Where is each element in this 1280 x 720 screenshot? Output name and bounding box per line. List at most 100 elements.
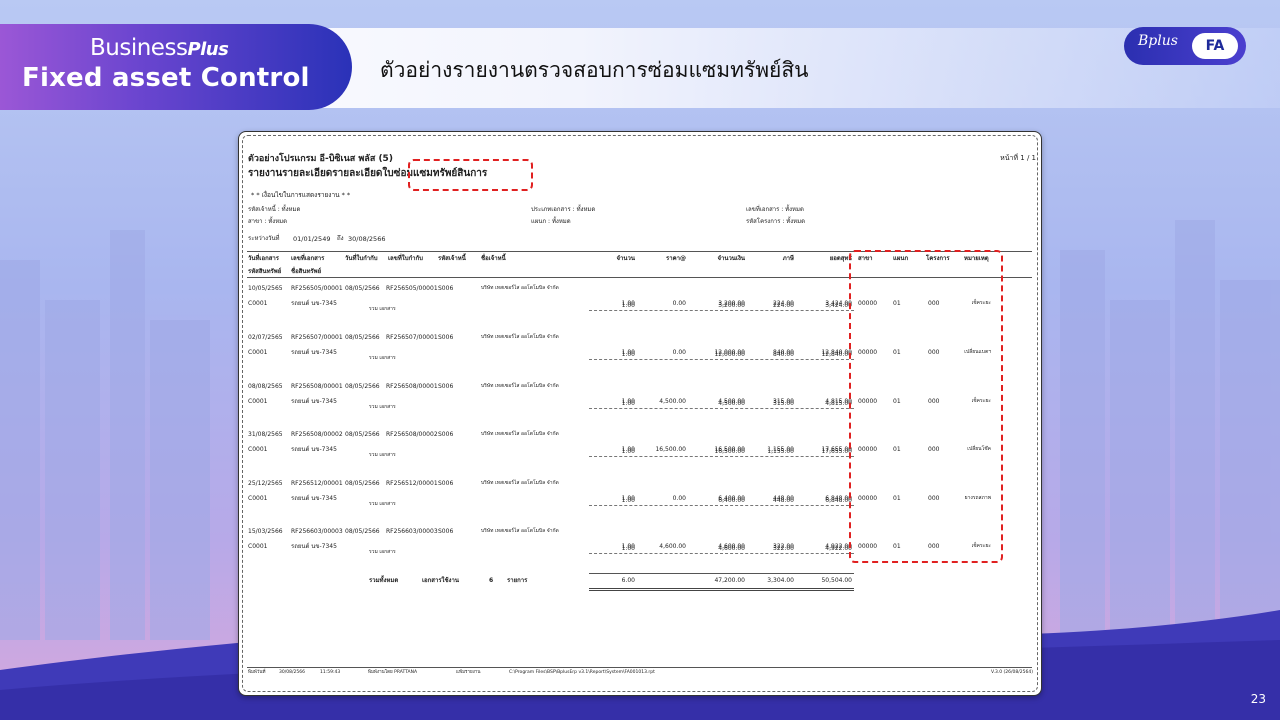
row-5-sub-qty: 1.00: [621, 545, 635, 552]
row-4-doc-no: RF256512/00001: [291, 480, 343, 487]
total-label: รวมทั้งหมด: [369, 577, 399, 584]
footer-rule: [247, 667, 1032, 668]
brand-line1-text: Business: [90, 35, 188, 61]
column-header-0: วันที่เอกสาร: [248, 255, 279, 262]
brand-name: BusinessPlus: [90, 35, 229, 61]
row-2-vendor-name: บริษัท เทสเซอร์ไส ออโตโมบิล จำกัด: [481, 383, 559, 389]
row-1-sub-net: 12,840.00: [821, 351, 852, 358]
row-4-subtotal-label: รวม เอกสาร: [369, 501, 396, 507]
row-4-doc-date: 25/12/2565: [248, 480, 283, 487]
report-preview: ตัวอย่างโปรแกรม อี-บิซิเนส พลัส (5) หน้าท…: [238, 131, 1042, 696]
total-docs-count: 6: [489, 577, 494, 584]
total-net: 50,504.00: [821, 577, 852, 584]
footer-print-date-label: พิมพ์วันที่: [248, 670, 266, 675]
filter-4: แผนก : ทั้งหมด: [531, 218, 571, 225]
total-top-rule: [589, 573, 854, 574]
row-0-subtotal-label: รวม เอกสาร: [369, 306, 396, 312]
row-5-asset-name: รถยนต์ นข-7345: [291, 543, 337, 550]
row-2-inv-no: RF256508/00001: [386, 383, 438, 390]
row-2-subtotal-rule: [589, 408, 854, 409]
row-0-doc-no: RF256505/00001: [291, 285, 343, 292]
total-items-label: รายการ: [507, 577, 528, 584]
row-4-sub-qty: 1.00: [621, 497, 635, 504]
brand-product-name: Fixed asset Control: [22, 63, 310, 93]
row-3-sub-net: 17,655.00: [821, 448, 852, 455]
row-3-doc-date: 31/08/2565: [248, 431, 283, 438]
row-3-asset-code: C0001: [248, 446, 268, 453]
column-header-asset-name: ชื่อสินทรัพย์: [291, 268, 322, 275]
row-3-vendor-code: S006: [438, 431, 454, 438]
row-5-subtotal-rule: [589, 553, 854, 554]
row-5-doc-no: RF256603/00003: [291, 528, 343, 535]
filter-0: รหัสเจ้าหนี้ : ทั้งหมด: [248, 206, 301, 213]
footer-version: V.3.0 (26/08/2564): [991, 670, 1033, 675]
row-4-asset-name: รถยนต์ นข-7345: [291, 495, 337, 502]
footer-file-label: แฟ้มรายงาน: [456, 670, 481, 675]
row-2-subtotal-label: รวม เอกสาร: [369, 404, 396, 410]
bplus-logo-text: Bplus: [1138, 33, 1178, 49]
row-3-inv-date: 08/05/2566: [345, 431, 380, 438]
row-2-doc-date: 08/08/2565: [248, 383, 283, 390]
row-5-sub-net: 4,922.00: [825, 545, 852, 552]
date-range-label: ระหว่างวันที่: [248, 235, 280, 242]
report-page-number: หน้าที่ 1 / 1: [1000, 154, 1036, 162]
row-1-inv-no: RF256507/00001: [386, 334, 438, 341]
row-1-asset-name: รถยนต์ นข-7345: [291, 349, 337, 356]
row-0-vendor-code: S006: [438, 285, 454, 292]
column-header-2: วันที่ใบกำกับ: [345, 255, 378, 262]
row-1-asset-code: C0001: [248, 349, 268, 356]
column-header-10: ยอดสุทธิ: [829, 255, 852, 262]
page-title: ตัวอย่างรายงานตรวจสอบการซ่อมแซมทรัพย์สิน: [380, 58, 809, 82]
row-2-asset-name: รถยนต์ นข-7345: [291, 398, 337, 405]
row-1-vendor-name: บริษัท เทสเซอร์ไส ออโตโมบิล จำกัด: [481, 334, 559, 340]
row-4-inv-date: 08/05/2566: [345, 480, 380, 487]
total-docs-label: เอกสารใช้งาน: [422, 577, 459, 584]
row-2-doc-no: RF256508/00001: [291, 383, 343, 390]
title-highlight: [408, 159, 533, 191]
column-header-1: เลขที่เอกสาร: [291, 255, 325, 262]
column-header-3: เลขที่ใบกำกับ: [388, 255, 423, 262]
conditions-header: * * เงื่อนไขในการแสดงรายงาน * *: [251, 191, 351, 199]
row-0-doc-date: 10/05/2565: [248, 285, 283, 292]
row-2-sub-qty: 1.00: [621, 400, 635, 407]
row-3-asset-name: รถยนต์ นข-7345: [291, 446, 337, 453]
row-5-asset-code: C0001: [248, 543, 268, 550]
fa-module-badge: FA: [1192, 33, 1238, 59]
row-5-subtotal-label: รวม เอกสาร: [369, 549, 396, 555]
row-1-subtotal-rule: [589, 359, 854, 360]
row-2-vendor-code: S006: [438, 383, 454, 390]
row-5-inv-date: 08/05/2566: [345, 528, 380, 535]
row-3-inv-no: RF256508/00002: [386, 431, 438, 438]
brand-plus-text: Plus: [187, 39, 229, 60]
total-qty: 6.00: [621, 577, 635, 584]
row-5-vendor-name: บริษัท เทสเซอร์ไส ออโตโมบิล จำกัด: [481, 528, 559, 534]
row-5-inv-no: RF256603/00003: [386, 528, 438, 535]
row-0-vendor-name: บริษัท เทสเซอร์ไส ออโตโมบิล จำกัด: [481, 285, 559, 291]
row-4-sub-net: 6,848.00: [825, 497, 852, 504]
row-0-sub-net: 3,424.00: [825, 302, 852, 309]
filter-5: รหัสโครงการ : ทั้งหมด: [746, 218, 805, 225]
row-5-vendor-code: S006: [438, 528, 454, 535]
row-1-vendor-code: S006: [438, 334, 454, 341]
row-4-vendor-code: S006: [438, 480, 454, 487]
column-header-4: รหัสเจ้าหนี้: [438, 255, 466, 262]
bplus-fa-logo: Bplus FA: [1124, 27, 1246, 65]
date-to: 30/08/2566: [348, 235, 386, 243]
footer-report-path: C:\Program Files\BSP\BplusErp v3.1\Repor…: [509, 670, 655, 675]
row-2-sub-net: 4,815.00: [825, 400, 852, 407]
column-header-asset-code: รหัสสินทรัพย์: [248, 268, 282, 275]
slide-number: 23: [1250, 692, 1266, 706]
row-3-doc-no: RF256508/00002: [291, 431, 343, 438]
filter-2: เลขที่เอกสาร : ทั้งหมด: [746, 206, 804, 213]
footer-print-date: 30/08/2566: [279, 670, 305, 675]
company-name: ตัวอย่างโปรแกรม อี-บิซิเนส พลัส (5): [248, 154, 393, 164]
row-1-subtotal-label: รวม เอกสาร: [369, 355, 396, 361]
row-0-sub-qty: 1.00: [621, 302, 635, 309]
row-0-inv-date: 08/05/2566: [345, 285, 380, 292]
footer-print-time: 11:59:43: [320, 670, 341, 675]
columns-highlight: [849, 250, 1003, 563]
row-4-subtotal-rule: [589, 505, 854, 506]
row-1-inv-date: 08/05/2566: [345, 334, 380, 341]
date-to-label: ถึง: [337, 235, 344, 242]
row-5-doc-date: 15/03/2566: [248, 528, 283, 535]
